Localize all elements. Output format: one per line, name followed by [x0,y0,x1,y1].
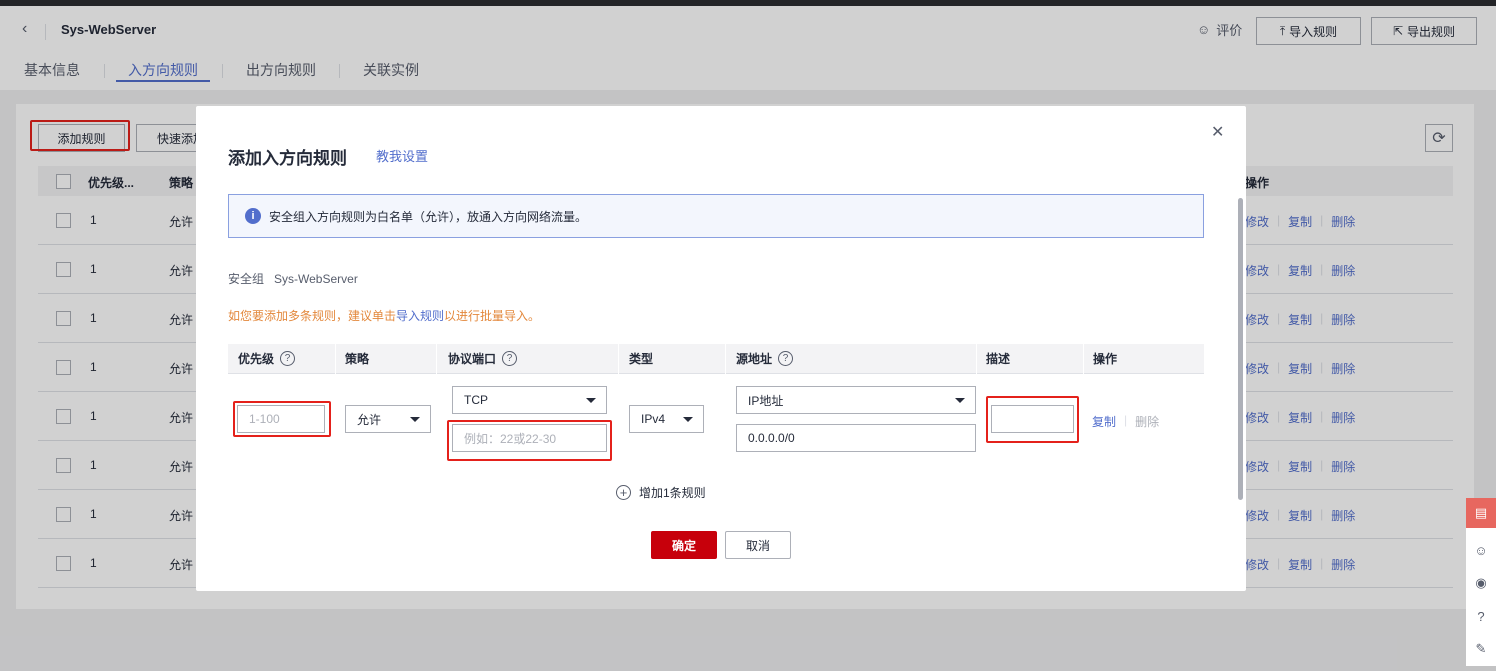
question-icon[interactable]: ? [778,351,794,366]
security-group-name: Sys-WebServer [274,272,358,286]
protocol-select[interactable]: TCP [452,386,607,414]
chevron-down-icon [410,416,420,422]
floating-toolbar: ▤ ☺ ◉ ? ✎ [1466,498,1496,666]
priority-highlight [233,401,331,437]
security-group-label: 安全组 [228,272,265,286]
port-highlight [447,420,612,461]
protocol-value: TCP [464,393,488,407]
plus-circle-icon: + [616,485,631,500]
smiley-icon[interactable]: ☺ [1466,535,1496,565]
delete-rule-link[interactable]: 删除 [1135,413,1159,430]
operation-header-label: 操作 [1093,352,1118,366]
col-strategy-header: 策略 [345,350,369,367]
source-address-input[interactable]: 0.0.0.0/0 [736,424,976,452]
strategy-value: 允许 [357,412,382,427]
col-source-header: 源地址? [736,350,794,367]
add-inbound-rule-dialog: ✕ 添加入方向规则 教我设置 i 安全组入方向规则为白名单（允许），放通入方向网… [196,106,1246,591]
source-header-label: 源地址 [736,352,773,366]
info-text: 安全组入方向规则为白名单（允许），放通入方向网络流量。 [269,209,588,224]
chevron-down-icon [955,397,965,403]
protocol-header-label: 协议端口 [448,352,497,366]
add-one-rule-button[interactable]: + 增加1条规则 [616,484,706,501]
source-type-select[interactable]: IP地址 [736,386,976,414]
confirm-button[interactable]: 确定 [651,531,717,559]
type-select[interactable]: IPv4 [629,405,704,433]
add-one-rule-label: 增加1条规则 [639,486,706,500]
source-type-value: IP地址 [748,393,784,408]
eye-icon[interactable]: ◉ [1466,568,1496,598]
cancel-button[interactable]: 取消 [725,531,791,559]
chat-icon[interactable]: ▤ [1466,498,1496,528]
strategy-header-label: 策略 [345,352,370,366]
import-rules-link[interactable]: 导入规则 [396,309,444,323]
dialog-title: 添加入方向规则 [228,149,347,168]
question-icon[interactable]: ? [502,351,518,366]
col-description-header: 描述 [986,350,1010,367]
security-group-line: 安全组 Sys-WebServer [228,270,358,287]
col-operation-header: 操作 [1093,350,1117,367]
priority-header-label: 优先级 [238,352,275,366]
col-type-header: 类型 [629,350,653,367]
col-protocol-header: 协议端口? [448,350,518,367]
question-icon[interactable]: ? [280,351,296,366]
close-icon[interactable]: ✕ [1211,122,1224,142]
help-icon[interactable]: ? [1466,601,1496,631]
chevron-down-icon [683,416,693,422]
dialog-scrollbar[interactable] [1238,198,1243,500]
help-link[interactable]: 教我设置 [376,146,428,165]
strategy-select[interactable]: 允许 [345,405,431,433]
description-header-label: 描述 [986,352,1011,366]
type-value: IPv4 [641,412,666,426]
hint-text-post: 以进行批量导入。 [444,309,541,323]
batch-import-hint: 如您要添加多条规则，建议单击导入规则以进行批量导入。 [228,307,540,324]
rule-form-header: 优先级? 策略 协议端口? 类型 源地址? 描述 操作 [228,344,1204,374]
info-icon: i [245,208,261,224]
hint-text-pre: 如您要添加多条规则，建议单击 [228,309,397,323]
info-banner: i 安全组入方向规则为白名单（允许），放通入方向网络流量。 [228,194,1204,238]
copy-rule-link[interactable]: 复制 [1092,413,1116,430]
col-priority-header: 优先级? [238,350,296,367]
chevron-down-icon [586,397,596,403]
edit-note-icon[interactable]: ✎ [1466,634,1496,664]
rule-row-operations: 复制 | 删除 [1092,413,1160,430]
description-highlight [986,396,1079,443]
type-header-label: 类型 [629,352,654,366]
